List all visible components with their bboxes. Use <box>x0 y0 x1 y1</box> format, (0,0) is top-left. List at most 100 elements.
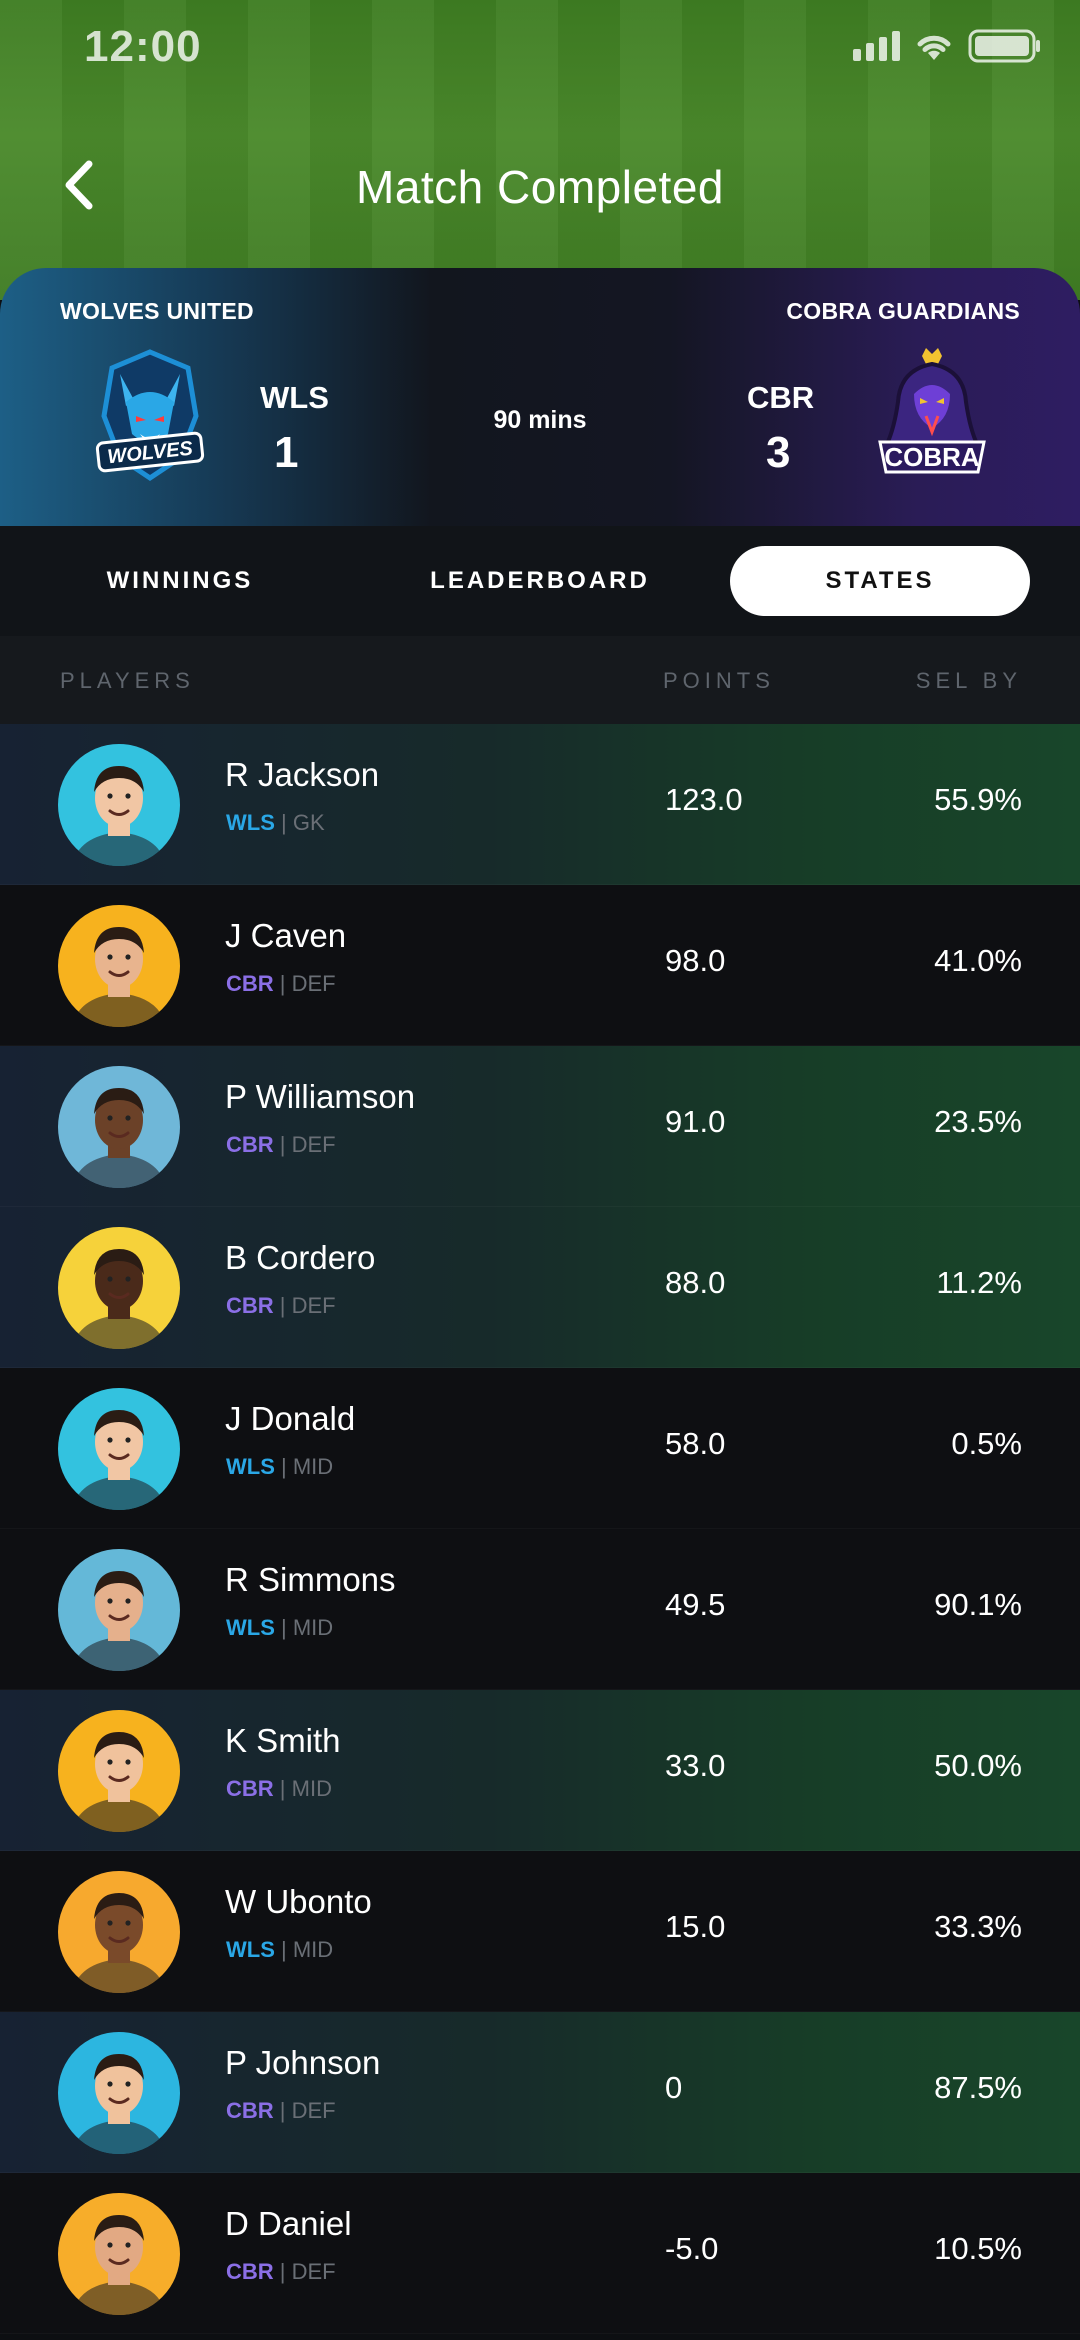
signal-icon <box>853 31 900 61</box>
player-points: 15.0 <box>665 1909 726 1944</box>
player-name: B Cordero <box>225 1239 376 1276</box>
player-name: R Simmons <box>225 1561 396 1598</box>
player-position: DEF <box>291 971 336 996</box>
divider: | <box>273 1776 292 1801</box>
player-position: DEF <box>291 1293 336 1318</box>
player-points: 91.0 <box>665 1104 726 1139</box>
divider: | <box>274 1454 293 1479</box>
player-team: CBR <box>226 1132 274 1157</box>
player-selected-by: 90.1% <box>934 1587 1022 1622</box>
player-meta: CBR | DEF <box>226 1293 336 1319</box>
player-team: WLS <box>226 1937 275 1962</box>
player-points: -5.0 <box>665 2231 719 2266</box>
player-name: D Daniel <box>225 2205 352 2242</box>
player-row[interactable]: J Caven CBR | DEF 98.0 41.0% <box>0 885 1080 1046</box>
wifi-icon <box>914 30 954 62</box>
player-selected-by: 23.5% <box>934 1104 1022 1139</box>
player-selected-by: 55.9% <box>934 782 1022 817</box>
player-team: CBR <box>226 971 274 996</box>
player-points: 0 <box>665 2070 683 2105</box>
player-meta: WLS | MID <box>226 1454 333 1480</box>
divider: | <box>273 1132 292 1157</box>
player-name: P Johnson <box>225 2044 381 2081</box>
column-header-points: POINTS <box>663 668 775 693</box>
player-avatar <box>58 1871 180 1993</box>
column-header-players: PLAYERS <box>60 668 195 693</box>
player-avatar <box>58 744 180 866</box>
player-team: CBR <box>226 1776 274 1801</box>
player-row[interactable]: R Simmons WLS | MID 49.5 90.1% <box>0 1529 1080 1690</box>
player-position: MID <box>291 1776 332 1801</box>
player-row[interactable]: R Jackson WLS | GK 123.0 55.9% <box>0 724 1080 885</box>
player-avatar <box>58 2193 180 2315</box>
player-row[interactable]: B Cordero CBR | DEF 88.0 11.2% <box>0 1207 1080 1368</box>
tab-leaderboard[interactable]: LEADERBOARD <box>400 546 680 616</box>
player-points: 88.0 <box>665 1265 726 1300</box>
player-team: CBR <box>226 2259 274 2284</box>
match-score-card: WOLVES UNITED COBRA GUARDIANS WOLVES WLS… <box>0 268 1080 526</box>
player-meta: WLS | GK <box>226 810 325 836</box>
player-avatar <box>58 1227 180 1349</box>
player-name: P Williamson <box>225 1078 416 1115</box>
tab-winnings[interactable]: WINNINGS <box>40 546 320 616</box>
player-row[interactable]: J Donald WLS | MID 58.0 0.5% <box>0 1368 1080 1529</box>
divider: | <box>274 1615 293 1640</box>
player-name: J Caven <box>225 917 347 954</box>
player-name: R Jackson <box>225 756 380 793</box>
player-selected-by: 50.0% <box>934 1748 1022 1783</box>
player-position: MID <box>292 1937 334 1962</box>
away-team-score: 3 <box>766 428 791 477</box>
table-header: PLAYERS POINTS SEL BY <box>0 636 1080 724</box>
player-points: 49.5 <box>665 1587 726 1622</box>
header-background: 12:00 Match Completed <box>0 0 1080 300</box>
player-meta: CBR | DEF <box>226 2259 336 2285</box>
player-meta: CBR | DEF <box>226 2098 336 2124</box>
player-points: 98.0 <box>665 943 726 978</box>
away-team-name: COBRA GUARDIANS <box>786 298 1020 324</box>
player-avatar <box>58 1066 180 1188</box>
player-team: WLS <box>226 1615 275 1640</box>
player-selected-by: 10.5% <box>934 2231 1022 2266</box>
player-selected-by: 0.5% <box>951 1426 1022 1461</box>
player-row[interactable]: P Williamson CBR | DEF 91.0 23.5% <box>0 1046 1080 1207</box>
tab-states[interactable]: STATES <box>730 546 1030 616</box>
player-avatar <box>58 1388 180 1510</box>
player-list: R Jackson WLS | GK 123.0 55.9% J Caven CBR | … <box>0 724 1080 2334</box>
player-position: MID <box>292 1615 334 1640</box>
player-selected-by: 87.5% <box>934 2070 1022 2105</box>
player-avatar <box>58 1549 180 1671</box>
column-header-sel-by: SEL BY <box>915 668 1022 693</box>
divider: | <box>274 1937 293 1962</box>
player-row[interactable]: K Smith CBR | MID 33.0 50.0% <box>0 1690 1080 1851</box>
status-time: 12:00 <box>84 22 202 71</box>
player-points: 123.0 <box>665 782 743 817</box>
player-row[interactable]: D Daniel CBR | DEF -5.0 10.5% <box>0 2173 1080 2334</box>
player-meta: CBR | DEF <box>226 1132 336 1158</box>
divider: | <box>273 1293 292 1318</box>
svg-text:COBRA: COBRA <box>884 442 980 472</box>
player-meta: CBR | MID <box>226 1776 332 1802</box>
player-position: MID <box>292 1454 334 1479</box>
player-position: DEF <box>291 1132 336 1157</box>
stats-tabs: WINNINGS LEADERBOARD STATES <box>0 526 1080 636</box>
player-selected-by: 33.3% <box>934 1909 1022 1944</box>
away-team-abbr: CBR <box>747 380 815 415</box>
player-avatar <box>58 1710 180 1832</box>
player-position: DEF <box>291 2259 336 2284</box>
player-row[interactable]: W Ubonto WLS | MID 15.0 33.3% <box>0 1851 1080 2012</box>
player-avatar <box>58 905 180 1027</box>
cobra-logo-icon: COBRA <box>866 346 998 486</box>
player-row[interactable]: P Johnson CBR | DEF 0 87.5% <box>0 2012 1080 2173</box>
battery-icon <box>968 29 1042 63</box>
player-points: 58.0 <box>665 1426 726 1461</box>
home-team-score: 1 <box>274 428 299 477</box>
player-position: GK <box>292 810 325 835</box>
divider: | <box>274 810 293 835</box>
player-team: CBR <box>226 1293 274 1318</box>
player-avatar <box>58 2032 180 2154</box>
divider: | <box>273 2259 292 2284</box>
player-team: WLS <box>226 810 275 835</box>
player-position: DEF <box>291 2098 336 2123</box>
player-meta: WLS | MID <box>226 1615 333 1641</box>
status-bar: 12:00 <box>0 0 1080 90</box>
